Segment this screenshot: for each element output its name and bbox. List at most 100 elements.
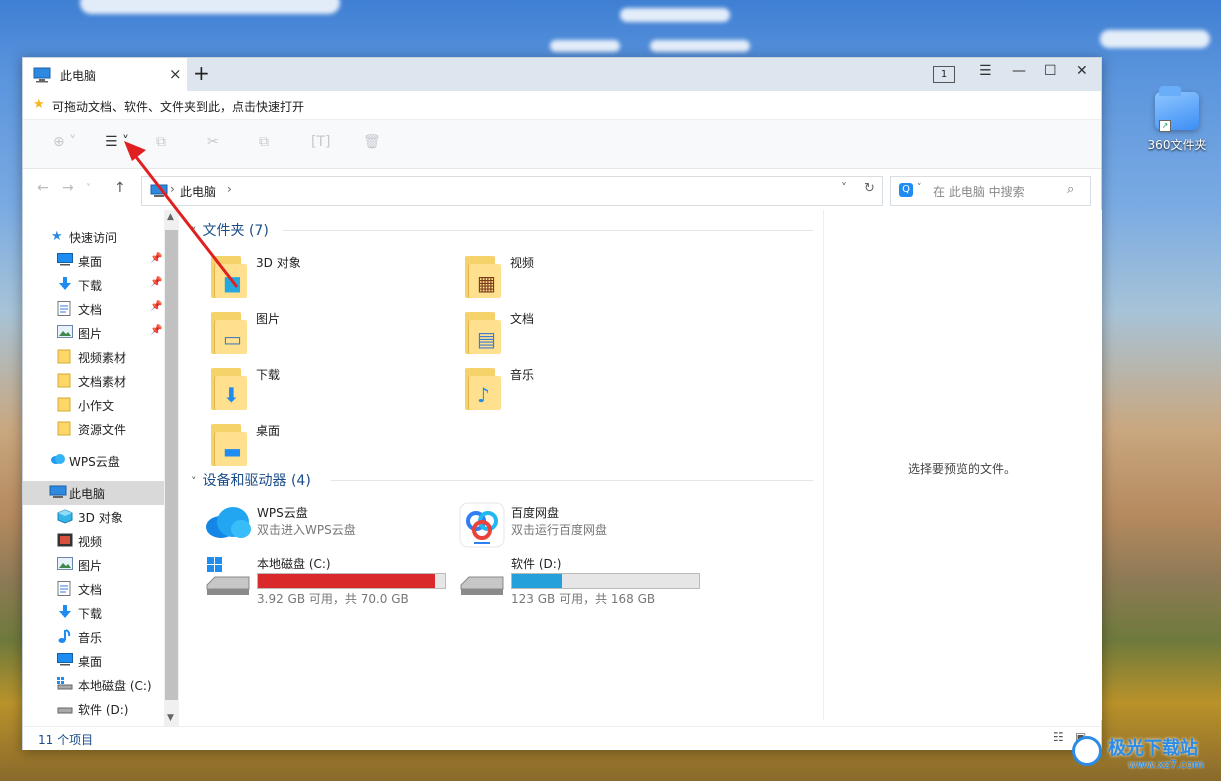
- drive-space-text: 123 GB 可用，共 168 GB: [511, 592, 656, 606]
- sidebar-item-quick[interactable]: 资源文件: [23, 417, 163, 441]
- forward-icon[interactable]: →: [62, 180, 74, 196]
- cut-icon[interactable]: ✂: [207, 134, 219, 150]
- star-icon: ★: [51, 229, 63, 244]
- sidebar-item-pc[interactable]: 3D 对象: [23, 505, 163, 529]
- drive-c[interactable]: 本地磁盘 (C:) 3.92 GB 可用，共 70.0 GB: [205, 553, 455, 606]
- folder-icon: [57, 397, 73, 412]
- sidebar-item-quick[interactable]: 桌面 📌: [23, 249, 163, 273]
- device-name: 百度网盘: [511, 506, 560, 520]
- sidebar-item-wps-cloud[interactable]: WPS云盘: [23, 449, 163, 473]
- back-icon[interactable]: ←: [37, 180, 49, 196]
- details-view-icon[interactable]: ☷: [1053, 730, 1064, 744]
- sidebar-scrollbar[interactable]: ▲ ▼: [164, 210, 179, 726]
- close-tab-icon[interactable]: ×: [169, 65, 182, 83]
- desktop-shortcut-360-folder[interactable]: ↗ 360文件夹: [1145, 86, 1209, 153]
- desktop-shortcut-label: 360文件夹: [1147, 138, 1207, 152]
- folder-item[interactable]: ■ 3D 对象: [211, 252, 451, 306]
- item-count: 11 个项目: [38, 733, 94, 747]
- status-bar: 11 个项目 ☷ ▣: [23, 726, 1101, 750]
- sidebar-item-this-pc[interactable]: 此电脑: [23, 481, 164, 505]
- folder-overlay-icon: ▦: [477, 271, 496, 295]
- sidebar-item-pc[interactable]: 文档: [23, 577, 163, 601]
- watermark-logo-icon: [1072, 736, 1102, 766]
- pin-icon[interactable]: 📌: [150, 325, 162, 336]
- tab-this-pc[interactable]: 此电脑 ×: [23, 58, 187, 91]
- copy-icon[interactable]: ⧉: [156, 134, 166, 150]
- sidebar-item-quick-access[interactable]: ★ 快速访问: [23, 225, 163, 249]
- sidebar-item-label: 此电脑: [69, 487, 106, 501]
- minimize-button[interactable]: —: [1012, 63, 1026, 79]
- sidebar-item-pc[interactable]: 视频: [23, 529, 163, 553]
- drive-d[interactable]: 软件 (D:) 123 GB 可用，共 168 GB: [459, 553, 709, 606]
- picture-icon: [57, 557, 73, 571]
- address-bar[interactable]: › 此电脑 › ˅ ↻: [141, 176, 883, 206]
- sidebar-item-pc[interactable]: 音乐: [23, 625, 163, 649]
- tab-title: 此电脑: [60, 69, 97, 83]
- breadcrumb-this-pc[interactable]: 此电脑: [180, 183, 216, 200]
- sidebar-item-quick[interactable]: 视频素材: [23, 345, 163, 369]
- sidebar-item-pc[interactable]: 图片: [23, 553, 163, 577]
- menu-icon[interactable]: ☰: [979, 63, 992, 79]
- sidebar-item-pc[interactable]: 软件 (D:): [23, 697, 163, 721]
- scrollbar-thumb[interactable]: [165, 230, 178, 700]
- folder-item[interactable]: ⬇ 下载: [211, 364, 451, 418]
- pin-icon[interactable]: 📌: [150, 301, 162, 312]
- sidebar-item-quick[interactable]: 文档素材: [23, 369, 163, 393]
- search-engine-icon[interactable]: Q: [899, 183, 913, 197]
- folder-icon: ↗: [1155, 86, 1199, 132]
- device-wps-cloud[interactable]: WPS云盘 双击进入WPS云盘: [205, 502, 455, 552]
- sidebar-item-pc[interactable]: 本地磁盘 (C:): [23, 673, 163, 697]
- sidebar-item-quick[interactable]: 下载 📌: [23, 273, 163, 297]
- close-window-button[interactable]: ✕: [1076, 63, 1088, 79]
- search-input[interactable]: 在 此电脑 中搜索: [933, 183, 1025, 200]
- cloud: [1100, 30, 1210, 48]
- pin-icon[interactable]: 📌: [150, 277, 162, 288]
- content-pane: ˅ 文件夹 (7) ■ 3D 对象 ▦ 视频 ▭ 图片 ▤ 文档 ⬇ 下载 ♪ 音乐 ▬ 桌面 ˅ 设备和驱动…: [183, 210, 823, 720]
- pin-icon[interactable]: 📌: [150, 253, 162, 264]
- sidebar-item-quick[interactable]: 文档 📌: [23, 297, 163, 321]
- favorites-hint: 可拖动文档、软件、文件夹到此，点击快速打开: [52, 100, 305, 114]
- sidebar-item-pc[interactable]: 下载: [23, 601, 163, 625]
- sidebar-item-label: 小作文: [78, 399, 115, 413]
- paste-icon[interactable]: ⧉: [259, 134, 269, 150]
- music-icon: [57, 629, 73, 643]
- star-icon: ★: [33, 97, 45, 112]
- address-dropdown-icon[interactable]: ˅: [841, 181, 847, 195]
- file-explorer-window: 此电脑 × + 1 ☰ — ☐ ✕ ★ 可拖动文档、软件、文件夹到此，点击快速打…: [22, 57, 1102, 750]
- breadcrumb-separator[interactable]: ›: [227, 182, 232, 196]
- up-icon[interactable]: ↑: [114, 180, 126, 196]
- folder-item[interactable]: ▤ 文档: [465, 308, 705, 362]
- computer-icon: [150, 184, 168, 197]
- new-item-button[interactable]: ⊕ ˅: [53, 134, 76, 150]
- search-box[interactable]: Q ˅ 在 此电脑 中搜索 ⌕: [890, 176, 1091, 206]
- folder-item[interactable]: ♪ 音乐: [465, 364, 705, 418]
- folder-item[interactable]: ▭ 图片: [211, 308, 451, 362]
- sidebar-item-label: 下载: [78, 279, 103, 293]
- rename-icon[interactable]: [T]: [311, 134, 330, 150]
- group-header-folders[interactable]: ˅ 文件夹 (7): [191, 220, 269, 240]
- folder-name: 下载: [256, 368, 281, 382]
- device-baidu-netdisk[interactable]: 百度网盘 双击运行百度网盘: [459, 502, 709, 552]
- scroll-up-icon[interactable]: ▲: [167, 212, 174, 222]
- sidebar-item-quick[interactable]: 图片 📌: [23, 321, 163, 345]
- sidebar-item-pc[interactable]: 桌面: [23, 649, 163, 673]
- history-dropdown-icon[interactable]: ˅: [86, 183, 91, 194]
- new-tab-button[interactable]: +: [193, 61, 210, 85]
- sidebar-item-quick[interactable]: 小作文: [23, 393, 163, 417]
- view-menu-button[interactable]: ☰ ˅: [105, 134, 129, 150]
- site-watermark: 极光下载站 www.xz7.com: [1068, 730, 1218, 778]
- device-description: 双击进入WPS云盘: [257, 523, 356, 537]
- folder-item[interactable]: ▬ 桌面: [211, 420, 451, 474]
- delete-icon[interactable]: 🗑: [363, 134, 381, 150]
- folder-icon: [57, 421, 73, 436]
- window-index-badge[interactable]: 1: [933, 66, 955, 83]
- scroll-down-icon[interactable]: ▼: [167, 713, 174, 723]
- search-icon[interactable]: ⌕: [1067, 182, 1074, 197]
- drive-c-icon: [57, 677, 73, 691]
- folder-name: 音乐: [510, 368, 535, 382]
- refresh-icon[interactable]: ↻: [864, 181, 875, 196]
- folder-item[interactable]: ▦ 视频: [465, 252, 705, 306]
- maximize-button[interactable]: ☐: [1044, 63, 1057, 79]
- search-engine-dropdown-icon[interactable]: ˅: [917, 183, 922, 193]
- group-header-devices[interactable]: ˅ 设备和驱动器 (4): [191, 470, 311, 490]
